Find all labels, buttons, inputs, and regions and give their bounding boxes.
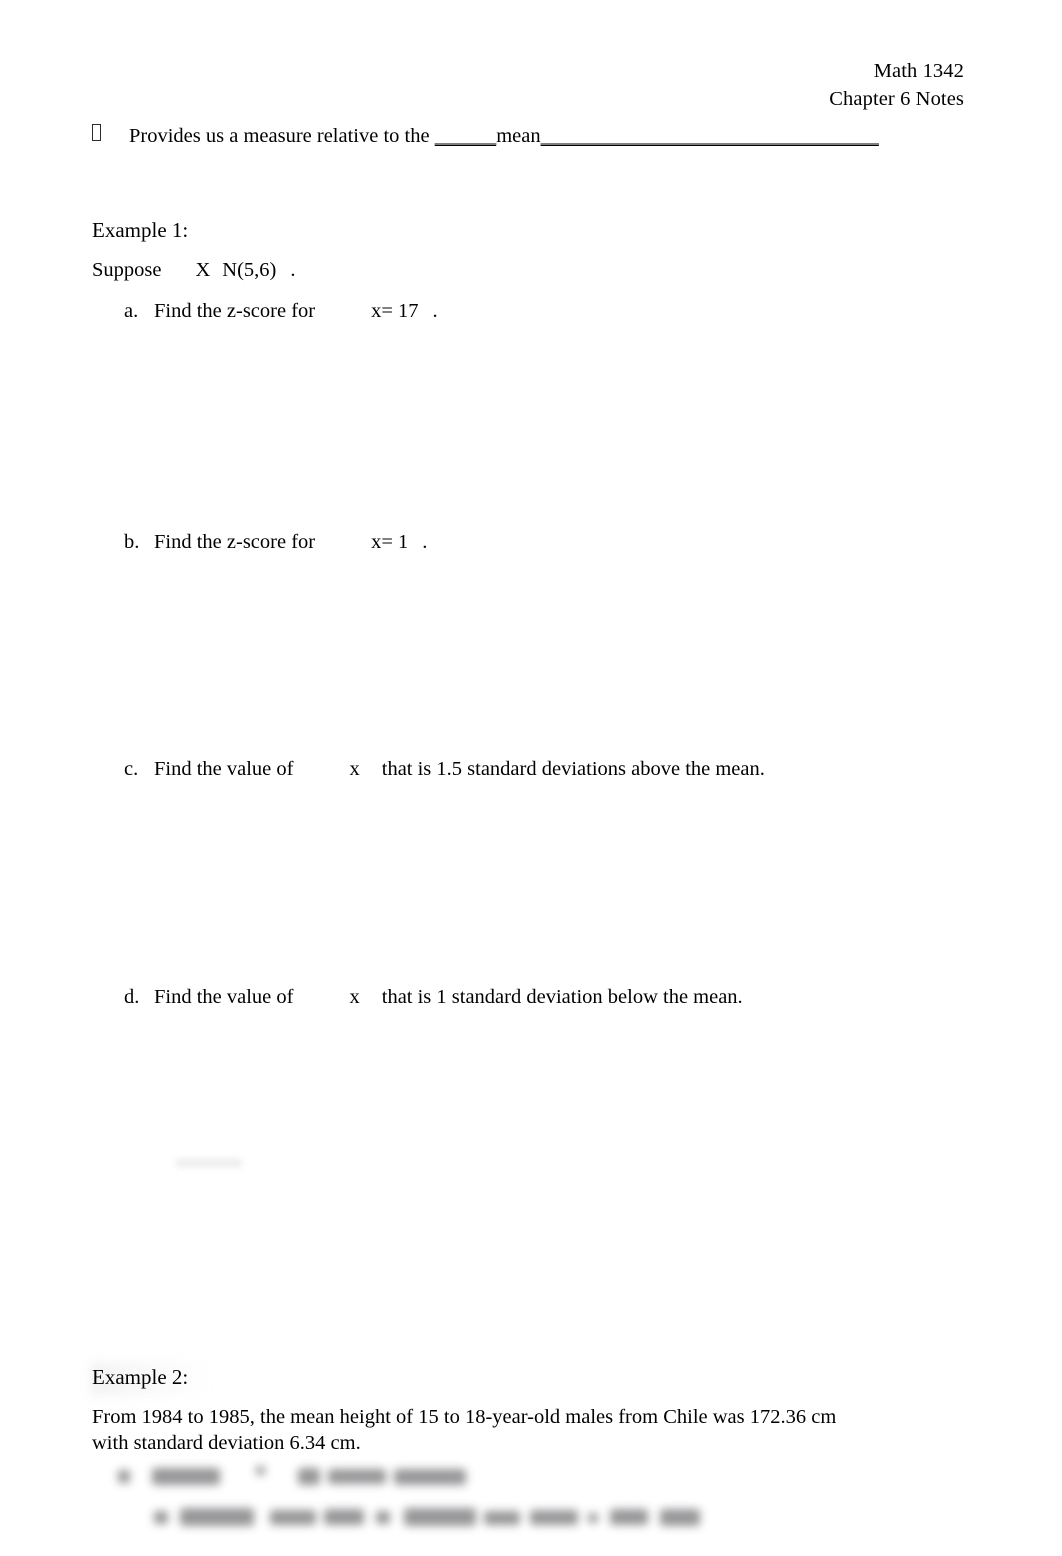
- bullet-box-icon: [92, 124, 101, 141]
- bullet-item: Provides us a measure relative to the __…: [92, 124, 879, 149]
- item-text: Find the value of: [154, 758, 294, 780]
- example-1-suppose-line: Suppose X N(5,6).: [92, 258, 296, 283]
- example-1-item-c: c. Find the value of x that is 1.5 standar…: [124, 758, 765, 781]
- item-expression: x= 17: [371, 300, 419, 322]
- bullet-blank-2: _________________________________: [540, 125, 879, 147]
- item-expression: x= 1: [371, 531, 409, 553]
- header-line-chapter: Chapter 6 Notes: [829, 87, 964, 110]
- suppose-terminator: .: [290, 259, 296, 281]
- bullet-text-before: Provides us a measure relative to the: [129, 125, 435, 147]
- document-page: Math 1342 Chapter 6 Notes Provides us a …: [0, 0, 1062, 1556]
- item-body: Find the value of x that is 1.5 standard d…: [154, 758, 765, 781]
- obscured-text-line-1: [118, 1464, 718, 1490]
- document-header: Math 1342 Chapter 6 Notes: [829, 58, 964, 113]
- item-expression: x: [349, 986, 360, 1008]
- example-2-heading: Example 2:: [92, 1365, 189, 1389]
- item-body: Find the z-score for x= 1.: [154, 531, 427, 554]
- example-1-heading: Example 1:: [92, 218, 189, 242]
- item-terminator: .: [422, 531, 428, 553]
- item-terminator: .: [432, 300, 438, 322]
- bullet-blank-1: ______: [434, 125, 497, 147]
- header-line-course: Math 1342: [873, 60, 964, 82]
- item-body: Find the z-score for x= 17.: [154, 300, 438, 323]
- obscured-text-line-2: [118, 1505, 738, 1533]
- item-expression: x: [349, 758, 360, 780]
- suppose-variable: X: [195, 259, 211, 281]
- bullet-keyword: mean: [496, 125, 541, 147]
- example-1-item-b: b. Find the z-score for x= 1.: [124, 531, 427, 554]
- suppose-distribution: N(5,6): [222, 259, 277, 281]
- item-tail: that is 1 standard deviation below the m…: [381, 986, 743, 1008]
- example-1-item-d: d. Find the value of x that is 1 standard …: [124, 986, 743, 1009]
- suppose-lead: Suppose: [92, 259, 162, 281]
- item-letter: b.: [124, 531, 140, 553]
- bullet-text-line: Provides us a measure relative to the __…: [129, 124, 879, 149]
- example-1-item-a: a. Find the z-score for x= 17.: [124, 300, 438, 323]
- item-text: Find the z-score for: [154, 531, 316, 553]
- erased-content-smudge: [176, 1159, 242, 1167]
- item-letter: c.: [124, 758, 139, 780]
- item-letter: a.: [124, 300, 139, 322]
- item-tail: that is 1.5 standard deviations above th…: [381, 758, 765, 780]
- item-text: Find the z-score for: [154, 300, 316, 322]
- item-body: Find the value of x that is 1 standard dev…: [154, 986, 743, 1009]
- example-2-body-text: From 1984 to 1985, the mean height of 15…: [92, 1406, 837, 1455]
- item-text: Find the value of: [154, 986, 294, 1008]
- item-letter: d.: [124, 986, 140, 1008]
